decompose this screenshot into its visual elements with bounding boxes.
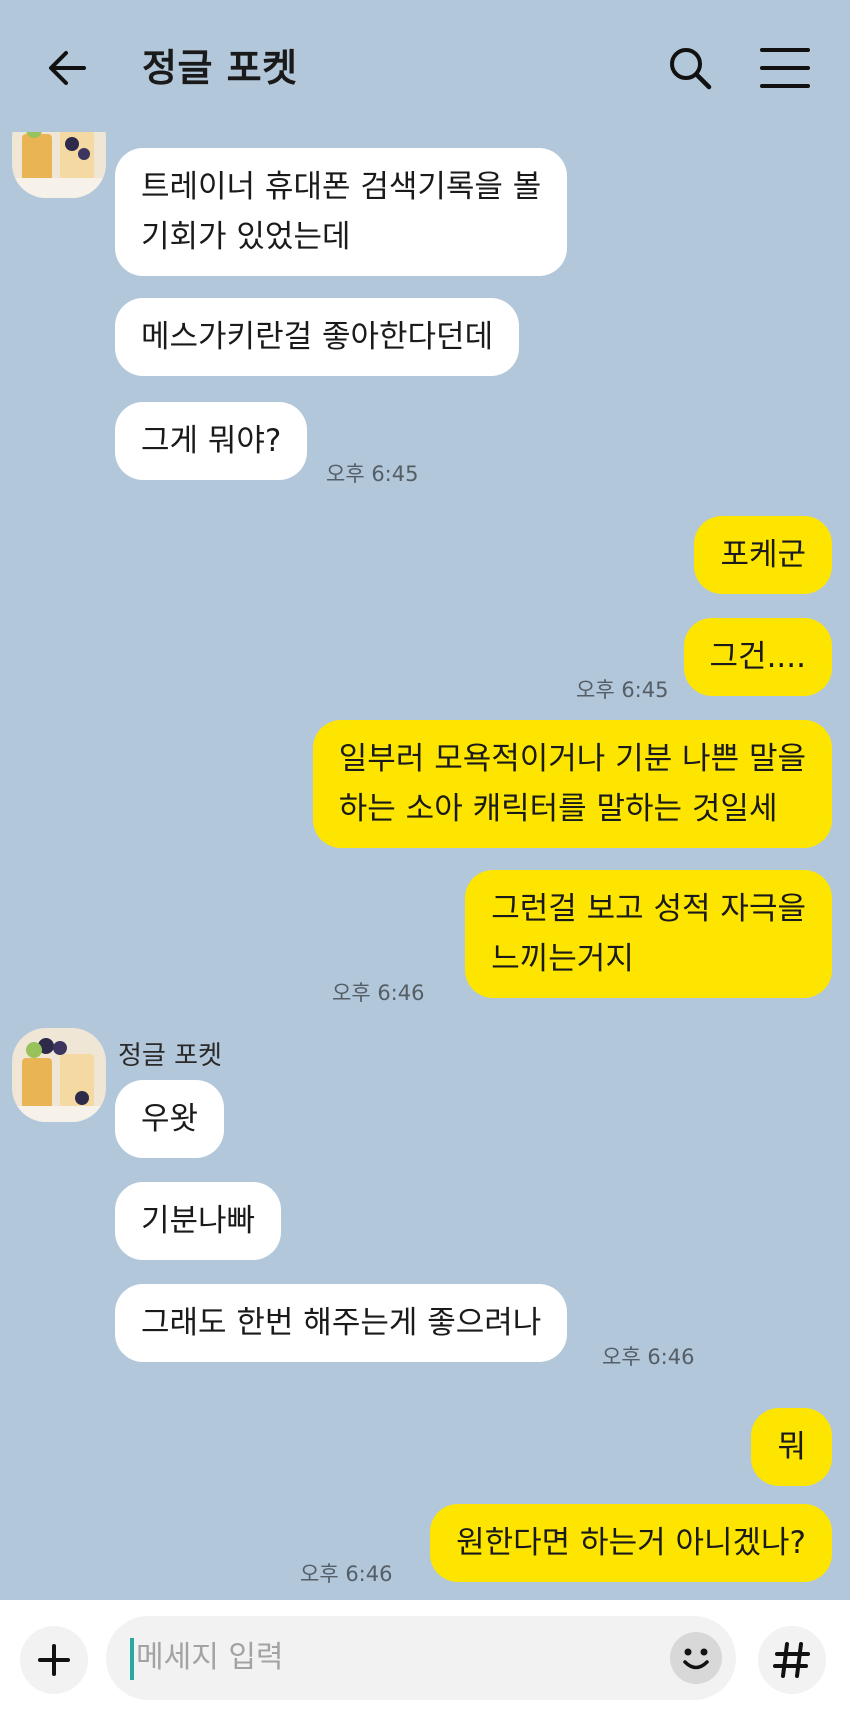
message-bubble[interactable]: 트레이너 휴대폰 검색기록을 볼 기회가 있었는데 <box>115 148 568 276</box>
message-text: 그런걸 보고 성적 자극을 <box>491 891 806 927</box>
message-text: 포케군 <box>720 537 806 573</box>
hashtag-button[interactable] <box>758 1626 826 1694</box>
message-timestamp: 오후 6:46 <box>300 1562 393 1586</box>
chat-title: 정글 포켓 <box>142 46 298 90</box>
plus-icon <box>38 1644 70 1676</box>
message-text: 우왓 <box>141 1101 199 1137</box>
message-bubble[interactable]: 기분나빠 <box>115 1182 282 1260</box>
search-button[interactable] <box>666 44 714 92</box>
message-timestamp: 오후 6:46 <box>602 1345 695 1369</box>
message-bubble[interactable]: 뭐 <box>751 1408 832 1486</box>
menu-button[interactable] <box>760 46 810 90</box>
search-icon <box>670 48 712 90</box>
message-text: 기회가 있었는데 <box>141 219 351 255</box>
hashtag-icon <box>773 1642 810 1678</box>
chat-messages[interactable]: 트레이너 휴대폰 검색기록을 볼 기회가 있었는데 메스가키란걸 좋아한다던데 … <box>0 0 850 1600</box>
message-timestamp: 오후 6:45 <box>576 678 669 702</box>
message-text: 그래도 한번 해주는게 좋으려나 <box>141 1305 542 1341</box>
message-bubble[interactable]: 우왓 <box>115 1080 225 1158</box>
message-bubble[interactable]: 메스가키란걸 좋아한다던데 <box>115 298 520 376</box>
hamburger-menu-icon <box>760 48 810 88</box>
message-text: 일부러 모욕적이거나 기분 나쁜 말을 <box>338 741 806 777</box>
message-text: 그게 뭐야? <box>141 423 282 459</box>
message-bubble[interactable]: 그게 뭐야? <box>115 402 308 480</box>
message-bubble[interactable]: 일부러 모욕적이거나 기분 나쁜 말을 하는 소아 캐릭터를 말하는 것일세 <box>312 720 832 848</box>
message-text: 메스가키란걸 좋아한다던데 <box>141 319 494 355</box>
chat-header: 정글 포켓 <box>0 0 850 132</box>
message-bubble[interactable]: 원한다면 하는거 아니겠나? <box>430 1504 832 1582</box>
message-text: 그건.... <box>709 639 806 675</box>
emoji-button[interactable] <box>668 1630 724 1686</box>
message-input-placeholder: 메세지 입력 <box>136 1640 284 1675</box>
avatar[interactable] <box>12 1028 106 1122</box>
message-text: 하는 소아 캐릭터를 말하는 것일세 <box>338 791 778 827</box>
message-text: 기분나빠 <box>141 1203 256 1239</box>
message-text: 원한다면 하는거 아니겠나? <box>456 1525 806 1561</box>
message-composer: 메세지 입력 <box>0 1600 850 1713</box>
text-caret <box>130 1638 134 1680</box>
sender-name: 정글 포켓 <box>118 1041 222 1071</box>
message-bubble[interactable]: 포케군 <box>694 516 832 594</box>
arrow-left-icon <box>49 51 86 85</box>
message-text: 느끼는거지 <box>491 941 634 977</box>
emoji-icon <box>670 1632 722 1684</box>
avatar-image <box>12 1028 106 1122</box>
message-bubble[interactable]: 그래도 한번 해주는게 좋으려나 <box>115 1284 568 1362</box>
message-bubble[interactable]: 그런걸 보고 성적 자극을 느끼는거지 <box>465 870 832 998</box>
message-input[interactable]: 메세지 입력 <box>106 1616 736 1700</box>
back-button[interactable] <box>44 44 92 92</box>
message-timestamp: 오후 6:46 <box>332 981 425 1005</box>
attach-button[interactable] <box>20 1626 88 1694</box>
message-text: 뭐 <box>777 1429 806 1465</box>
message-text: 트레이너 휴대폰 검색기록을 볼 <box>141 169 542 205</box>
message-timestamp: 오후 6:45 <box>326 462 419 486</box>
message-bubble[interactable]: 그건.... <box>683 618 832 696</box>
